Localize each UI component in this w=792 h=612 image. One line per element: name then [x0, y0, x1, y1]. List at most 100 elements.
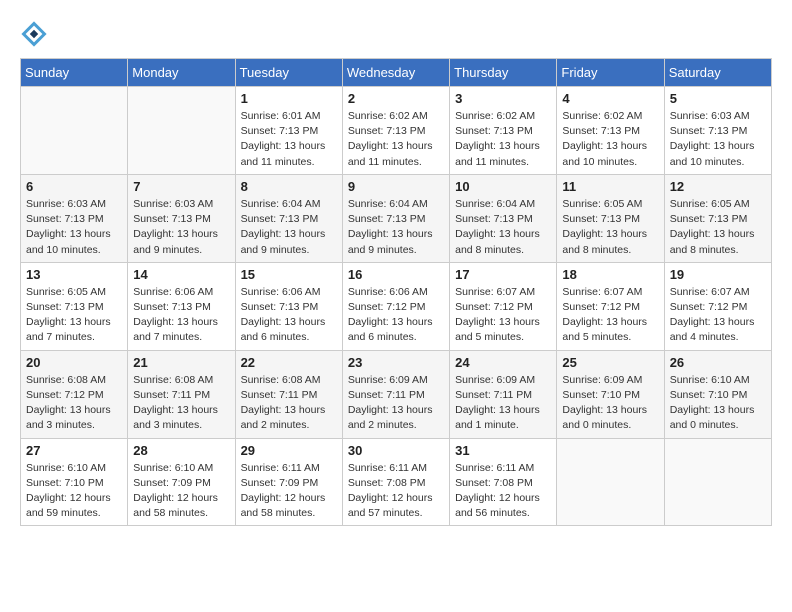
day-detail: Sunrise: 6:04 AM Sunset: 7:13 PM Dayligh… — [241, 197, 337, 258]
day-detail: Sunrise: 6:07 AM Sunset: 7:12 PM Dayligh… — [562, 285, 658, 346]
calendar-body: 1 Sunrise: 6:01 AM Sunset: 7:13 PM Daylig… — [21, 87, 772, 526]
calendar-cell: 24 Sunrise: 6:09 AM Sunset: 7:11 PM Dayli… — [450, 350, 557, 438]
calendar-cell: 6 Sunrise: 6:03 AM Sunset: 7:13 PM Daylig… — [21, 174, 128, 262]
day-number: 3 — [455, 91, 551, 106]
day-detail: Sunrise: 6:06 AM Sunset: 7:13 PM Dayligh… — [133, 285, 229, 346]
calendar-cell — [557, 438, 664, 526]
calendar-cell: 14 Sunrise: 6:06 AM Sunset: 7:13 PM Dayli… — [128, 262, 235, 350]
day-detail: Sunrise: 6:07 AM Sunset: 7:12 PM Dayligh… — [670, 285, 766, 346]
day-number: 1 — [241, 91, 337, 106]
calendar-cell: 25 Sunrise: 6:09 AM Sunset: 7:10 PM Dayli… — [557, 350, 664, 438]
calendar-cell: 21 Sunrise: 6:08 AM Sunset: 7:11 PM Dayli… — [128, 350, 235, 438]
day-number: 14 — [133, 267, 229, 282]
day-number: 30 — [348, 443, 444, 458]
calendar-cell: 9 Sunrise: 6:04 AM Sunset: 7:13 PM Daylig… — [342, 174, 449, 262]
day-number: 15 — [241, 267, 337, 282]
calendar-cell: 31 Sunrise: 6:11 AM Sunset: 7:08 PM Dayli… — [450, 438, 557, 526]
day-detail: Sunrise: 6:08 AM Sunset: 7:11 PM Dayligh… — [241, 373, 337, 434]
calendar-cell: 26Sunrise: 6:10 AM Sunset: 7:10 PM Dayli… — [664, 350, 771, 438]
logo-icon — [20, 20, 48, 48]
day-detail: Sunrise: 6:02 AM Sunset: 7:13 PM Dayligh… — [562, 109, 658, 170]
day-detail: Sunrise: 6:02 AM Sunset: 7:13 PM Dayligh… — [455, 109, 551, 170]
day-number: 29 — [241, 443, 337, 458]
day-detail: Sunrise: 6:10 AM Sunset: 7:10 PM Dayligh… — [26, 461, 122, 522]
day-detail: Sunrise: 6:11 AM Sunset: 7:09 PM Dayligh… — [241, 461, 337, 522]
day-header-monday: Monday — [128, 59, 235, 87]
calendar-table: SundayMondayTuesdayWednesdayThursdayFrid… — [20, 58, 772, 526]
calendar-cell: 30 Sunrise: 6:11 AM Sunset: 7:08 PM Dayli… — [342, 438, 449, 526]
day-number: 17 — [455, 267, 551, 282]
week-row-4: 20 Sunrise: 6:08 AM Sunset: 7:12 PM Dayli… — [21, 350, 772, 438]
calendar-cell: 15Sunrise: 6:06 AM Sunset: 7:13 PM Dayli… — [235, 262, 342, 350]
day-detail: Sunrise: 6:05 AM Sunset: 7:13 PM Dayligh… — [26, 285, 122, 346]
day-detail: Sunrise: 6:10 AM Sunset: 7:10 PM Dayligh… — [670, 373, 766, 434]
day-number: 6 — [26, 179, 122, 194]
day-number: 25 — [562, 355, 658, 370]
days-header-row: SundayMondayTuesdayWednesdayThursdayFrid… — [21, 59, 772, 87]
page-header — [20, 20, 772, 48]
calendar-cell: 16 Sunrise: 6:06 AM Sunset: 7:12 PM Dayli… — [342, 262, 449, 350]
day-detail: Sunrise: 6:08 AM Sunset: 7:12 PM Dayligh… — [26, 373, 122, 434]
calendar-cell: 1 Sunrise: 6:01 AM Sunset: 7:13 PM Daylig… — [235, 87, 342, 175]
day-header-sunday: Sunday — [21, 59, 128, 87]
day-number: 20 — [26, 355, 122, 370]
day-detail: Sunrise: 6:01 AM Sunset: 7:13 PM Dayligh… — [241, 109, 337, 170]
calendar-cell: 19 Sunrise: 6:07 AM Sunset: 7:12 PM Dayli… — [664, 262, 771, 350]
day-header-saturday: Saturday — [664, 59, 771, 87]
day-detail: Sunrise: 6:04 AM Sunset: 7:13 PM Dayligh… — [455, 197, 551, 258]
day-number: 4 — [562, 91, 658, 106]
day-detail: Sunrise: 6:09 AM Sunset: 7:11 PM Dayligh… — [348, 373, 444, 434]
calendar-cell: 29 Sunrise: 6:11 AM Sunset: 7:09 PM Dayli… — [235, 438, 342, 526]
calendar-cell: 7 Sunrise: 6:03 AM Sunset: 7:13 PM Daylig… — [128, 174, 235, 262]
day-detail: Sunrise: 6:05 AM Sunset: 7:13 PM Dayligh… — [562, 197, 658, 258]
day-number: 16 — [348, 267, 444, 282]
calendar-cell: 10 Sunrise: 6:04 AM Sunset: 7:13 PM Dayli… — [450, 174, 557, 262]
calendar-cell — [664, 438, 771, 526]
calendar-cell: 23 Sunrise: 6:09 AM Sunset: 7:11 PM Dayli… — [342, 350, 449, 438]
day-number: 28 — [133, 443, 229, 458]
day-number: 7 — [133, 179, 229, 194]
day-number: 23 — [348, 355, 444, 370]
day-number: 9 — [348, 179, 444, 194]
day-detail: Sunrise: 6:02 AM Sunset: 7:13 PM Dayligh… — [348, 109, 444, 170]
day-detail: Sunrise: 6:06 AM Sunset: 7:12 PM Dayligh… — [348, 285, 444, 346]
day-number: 21 — [133, 355, 229, 370]
calendar-cell: 18 Sunrise: 6:07 AM Sunset: 7:12 PM Dayli… — [557, 262, 664, 350]
day-detail: Sunrise: 6:07 AM Sunset: 7:12 PM Dayligh… — [455, 285, 551, 346]
day-header-tuesday: Tuesday — [235, 59, 342, 87]
day-detail: Sunrise: 6:03 AM Sunset: 7:13 PM Dayligh… — [133, 197, 229, 258]
day-number: 18 — [562, 267, 658, 282]
calendar-cell: 17 Sunrise: 6:07 AM Sunset: 7:12 PM Dayli… — [450, 262, 557, 350]
day-number: 12 — [670, 179, 766, 194]
calendar-cell: 22Sunrise: 6:08 AM Sunset: 7:11 PM Dayli… — [235, 350, 342, 438]
day-detail: Sunrise: 6:09 AM Sunset: 7:10 PM Dayligh… — [562, 373, 658, 434]
calendar-cell: 2 Sunrise: 6:02 AM Sunset: 7:13 PM Daylig… — [342, 87, 449, 175]
day-header-friday: Friday — [557, 59, 664, 87]
day-header-wednesday: Wednesday — [342, 59, 449, 87]
day-detail: Sunrise: 6:11 AM Sunset: 7:08 PM Dayligh… — [348, 461, 444, 522]
calendar-cell: 8 Sunrise: 6:04 AM Sunset: 7:13 PM Daylig… — [235, 174, 342, 262]
week-row-5: 27 Sunrise: 6:10 AM Sunset: 7:10 PM Dayli… — [21, 438, 772, 526]
day-detail: Sunrise: 6:03 AM Sunset: 7:13 PM Dayligh… — [670, 109, 766, 170]
day-detail: Sunrise: 6:08 AM Sunset: 7:11 PM Dayligh… — [133, 373, 229, 434]
day-number: 8 — [241, 179, 337, 194]
day-header-thursday: Thursday — [450, 59, 557, 87]
day-number: 2 — [348, 91, 444, 106]
day-detail: Sunrise: 6:10 AM Sunset: 7:09 PM Dayligh… — [133, 461, 229, 522]
week-row-3: 13Sunrise: 6:05 AM Sunset: 7:13 PM Dayli… — [21, 262, 772, 350]
day-detail: Sunrise: 6:11 AM Sunset: 7:08 PM Dayligh… — [455, 461, 551, 522]
day-number: 24 — [455, 355, 551, 370]
day-detail: Sunrise: 6:03 AM Sunset: 7:13 PM Dayligh… — [26, 197, 122, 258]
day-detail: Sunrise: 6:04 AM Sunset: 7:13 PM Dayligh… — [348, 197, 444, 258]
day-detail: Sunrise: 6:09 AM Sunset: 7:11 PM Dayligh… — [455, 373, 551, 434]
calendar-cell: 28 Sunrise: 6:10 AM Sunset: 7:09 PM Dayli… — [128, 438, 235, 526]
day-number: 11 — [562, 179, 658, 194]
logo — [20, 20, 52, 48]
day-number: 31 — [455, 443, 551, 458]
day-number: 19 — [670, 267, 766, 282]
day-number: 10 — [455, 179, 551, 194]
calendar-cell: 4 Sunrise: 6:02 AM Sunset: 7:13 PM Daylig… — [557, 87, 664, 175]
calendar-cell: 27 Sunrise: 6:10 AM Sunset: 7:10 PM Dayli… — [21, 438, 128, 526]
week-row-1: 1 Sunrise: 6:01 AM Sunset: 7:13 PM Daylig… — [21, 87, 772, 175]
day-number: 27 — [26, 443, 122, 458]
